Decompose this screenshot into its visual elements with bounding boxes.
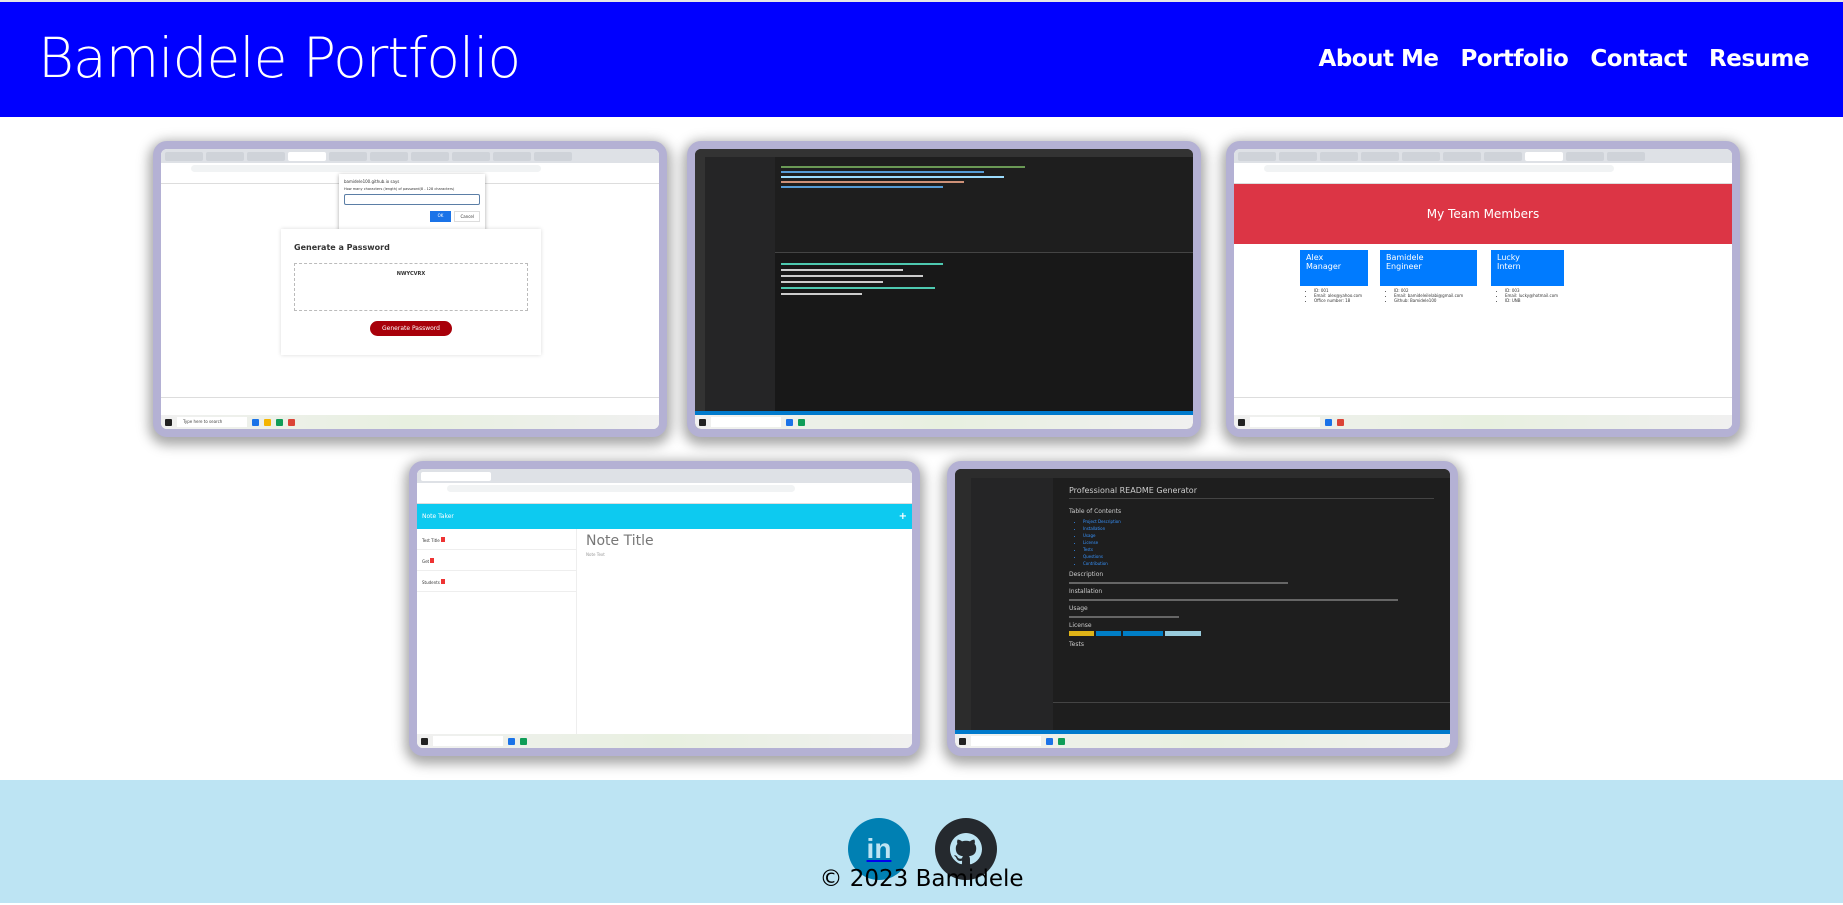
member-detail: ID: UNB	[1505, 298, 1564, 303]
project-employee-tracker[interactable]	[687, 141, 1201, 437]
generate-password-button: Generate Password	[370, 321, 452, 336]
note-text: Note Text	[586, 552, 605, 557]
member-name: Lucky	[1497, 253, 1520, 262]
dialog-text: How many characters (length) of password…	[344, 187, 455, 191]
project-note-taker[interactable]: Note Taker + Test Title Get Students Note…	[409, 461, 920, 756]
downloads-bar	[161, 397, 659, 415]
project-team-profile[interactable]: My Team Members AlexManagerID: 001Email:…	[1226, 141, 1740, 437]
generator-heading: Generate a Password	[294, 243, 390, 252]
browser-tabs	[417, 469, 912, 483]
member-card: BamideleEngineerID: 002Email: bamideleil…	[1380, 250, 1477, 303]
member-detail: Github: Bamidele100	[1394, 298, 1477, 303]
bookmarks-bar	[1234, 174, 1732, 184]
address-bar	[161, 163, 659, 174]
section-heading: Description	[1069, 571, 1104, 578]
section-heading: Usage	[1069, 605, 1088, 612]
note-item-title: Test Title	[422, 538, 440, 543]
toc-link: Installation	[1083, 525, 1434, 532]
trash-icon	[440, 579, 445, 584]
section-heading: Tests	[1069, 641, 1084, 648]
taskbar	[955, 734, 1450, 748]
browser-tabs	[161, 149, 659, 163]
generator-card: Generate a Password NWYCVRX Generate Pas…	[281, 229, 541, 355]
team-banner-text: My Team Members	[1426, 207, 1540, 221]
project-password-generator[interactable]: bamidele100.github.io says How many char…	[153, 141, 667, 437]
note-list-item: Test Title	[417, 529, 576, 550]
member-role: Engineer	[1386, 262, 1422, 271]
dialog-title: bamidele100.github.io says	[344, 179, 400, 184]
toc-link: License	[1083, 539, 1434, 546]
bookmarks-bar	[417, 494, 912, 504]
taskbar	[1234, 415, 1732, 429]
site-header: Bamidele Portfolio About Me Portfolio Co…	[0, 2, 1843, 117]
note-app-title: Note Taker	[422, 513, 454, 520]
member-card: LuckyInternID: 003Email: lucky@hotmail.c…	[1491, 250, 1564, 303]
trash-icon	[440, 537, 445, 542]
nav-resume[interactable]: Resume	[1709, 46, 1809, 72]
note-title: Note Title	[586, 533, 654, 549]
browser-tabs	[1234, 149, 1732, 163]
project-readme-generator[interactable]: Professional README Generator Table of C…	[947, 461, 1458, 756]
toc-link: Contribution	[1083, 560, 1434, 567]
nav-about-me[interactable]: About Me	[1319, 46, 1439, 72]
note-item-title: Students	[422, 580, 440, 585]
site-footer: in © 2023 Bamidele	[0, 780, 1843, 903]
taskbar	[695, 415, 1193, 429]
note-list-item: Students	[417, 571, 576, 592]
taskbar-search: Type here to search	[177, 417, 247, 427]
member-card: AlexManagerID: 001Email: alex@yahoo.comO…	[1300, 250, 1368, 303]
team-banner: My Team Members	[1234, 184, 1732, 244]
github-icon	[950, 833, 982, 865]
member-name: Bamidele	[1386, 253, 1424, 262]
copyright: © 2023 Bamidele	[819, 866, 1024, 892]
address-bar	[1234, 163, 1732, 174]
password-text: NWYCVRX	[396, 271, 426, 277]
plus-icon: +	[898, 511, 907, 522]
section-heading: Installation	[1069, 588, 1103, 595]
toc-link: Questions	[1083, 553, 1434, 560]
trash-icon	[430, 558, 435, 563]
nav-portfolio[interactable]: Portfolio	[1460, 46, 1568, 72]
member-name: Alex	[1306, 253, 1324, 262]
prompt-dialog: bamidele100.github.io says How many char…	[339, 174, 485, 232]
note-item-title: Get	[422, 559, 430, 564]
site-title: Bamidele Portfolio	[38, 26, 521, 90]
member-role: Intern	[1497, 262, 1521, 271]
downloads-bar	[1234, 397, 1732, 415]
section-heading: License	[1069, 622, 1092, 629]
toc-list: Project DescriptionInstallationUsageLice…	[1069, 518, 1434, 567]
toc-title: Table of Contents	[1069, 508, 1122, 515]
vscode-titlebar	[695, 149, 1193, 157]
password-output: NWYCVRX	[294, 263, 528, 311]
nav-contact[interactable]: Contact	[1590, 46, 1687, 72]
main-nav: About Me Portfolio Contact Resume	[1319, 46, 1810, 72]
taskbar: Type here to search	[161, 415, 659, 429]
readme-heading: Professional README Generator	[1069, 486, 1434, 499]
note-taker-navbar: Note Taker +	[417, 504, 912, 529]
linkedin-icon: in	[866, 833, 892, 864]
dialog-cancel: Cancel	[454, 211, 480, 222]
toc-link: Usage	[1083, 532, 1434, 539]
dialog-input	[344, 194, 480, 205]
toc-link: Tests	[1083, 546, 1434, 553]
address-bar	[417, 483, 912, 494]
taskbar	[417, 734, 912, 748]
toc-link: Project Description	[1083, 518, 1434, 525]
member-detail: Office number: 18	[1314, 298, 1368, 303]
member-role: Manager	[1306, 262, 1342, 271]
dialog-ok: OK	[429, 211, 452, 222]
note-list-item: Get	[417, 550, 576, 571]
